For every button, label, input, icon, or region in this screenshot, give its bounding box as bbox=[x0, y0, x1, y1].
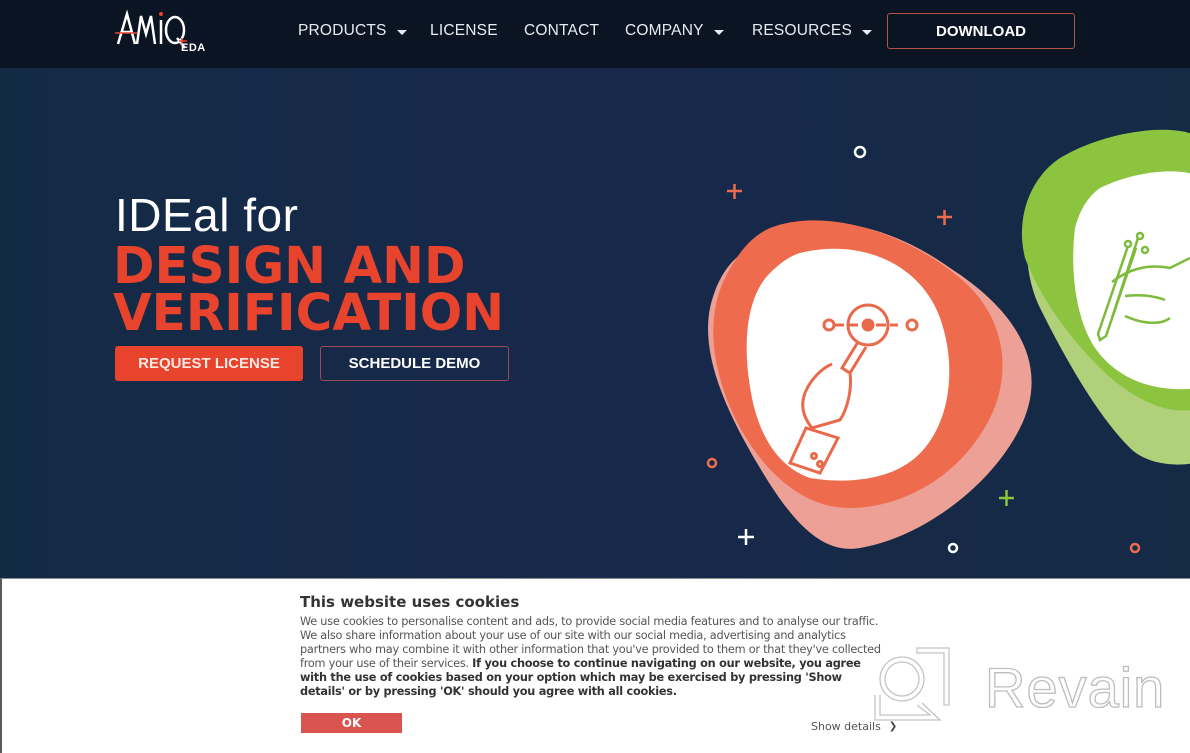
schedule-demo-button[interactable]: SCHEDULE DEMO bbox=[320, 346, 509, 381]
amiq-eda-logo[interactable]: EDA bbox=[115, 6, 210, 60]
nav-contact-label: CONTACT bbox=[524, 22, 600, 39]
caret-down-icon bbox=[861, 29, 872, 35]
caret-down-icon bbox=[396, 29, 407, 35]
ring-icon bbox=[1129, 542, 1141, 554]
download-button[interactable]: DOWNLOAD bbox=[887, 13, 1075, 49]
nav-products-label: PRODUCTS bbox=[298, 22, 387, 39]
request-license-button[interactable]: REQUEST LICENSE bbox=[115, 346, 303, 381]
writing-blob bbox=[1021, 129, 1190, 465]
cookie-ok-button[interactable]: OK bbox=[301, 713, 402, 733]
ring-icon bbox=[706, 457, 718, 469]
nav-products[interactable]: PRODUCTS bbox=[298, 22, 407, 40]
nav-resources[interactable]: RESOURCES bbox=[752, 22, 872, 40]
plus-icon bbox=[937, 210, 952, 225]
plus-icon bbox=[727, 184, 742, 199]
hero-heading-line3: VERIFICATION bbox=[113, 284, 505, 343]
ring-icon bbox=[947, 542, 959, 554]
site-header: EDA PRODUCTS LICENSE CONTACT COMPANY RES… bbox=[0, 0, 1190, 68]
nav-license[interactable]: LICENSE bbox=[430, 22, 498, 40]
nav-contact[interactable]: CONTACT bbox=[524, 22, 599, 40]
revain-logo-icon bbox=[874, 647, 950, 721]
debug-blob bbox=[708, 220, 1032, 549]
hero-heading-line1: IDEal for bbox=[115, 189, 299, 241]
caret-down-icon bbox=[713, 29, 724, 35]
hero-section: IDEal for DESIGN AND VERIFICATION REQUES… bbox=[0, 68, 1190, 578]
nav-license-label: LICENSE bbox=[430, 22, 498, 39]
revain-watermark-text: Revain bbox=[984, 655, 1166, 719]
ring-icon bbox=[853, 145, 867, 159]
nav-resources-label: RESOURCES bbox=[752, 22, 852, 39]
plus-icon bbox=[999, 490, 1014, 506]
show-details-label: Show details bbox=[811, 720, 881, 733]
plus-icon bbox=[738, 529, 754, 545]
logo-sub-text: EDA bbox=[181, 42, 206, 54]
cookie-message: We use cookies to personalise content an… bbox=[300, 615, 884, 699]
nav-company[interactable]: COMPANY bbox=[625, 22, 724, 40]
white-blob-shape bbox=[746, 248, 950, 481]
cookie-title: This website uses cookies bbox=[300, 593, 520, 611]
nav-company-label: COMPANY bbox=[625, 22, 704, 39]
